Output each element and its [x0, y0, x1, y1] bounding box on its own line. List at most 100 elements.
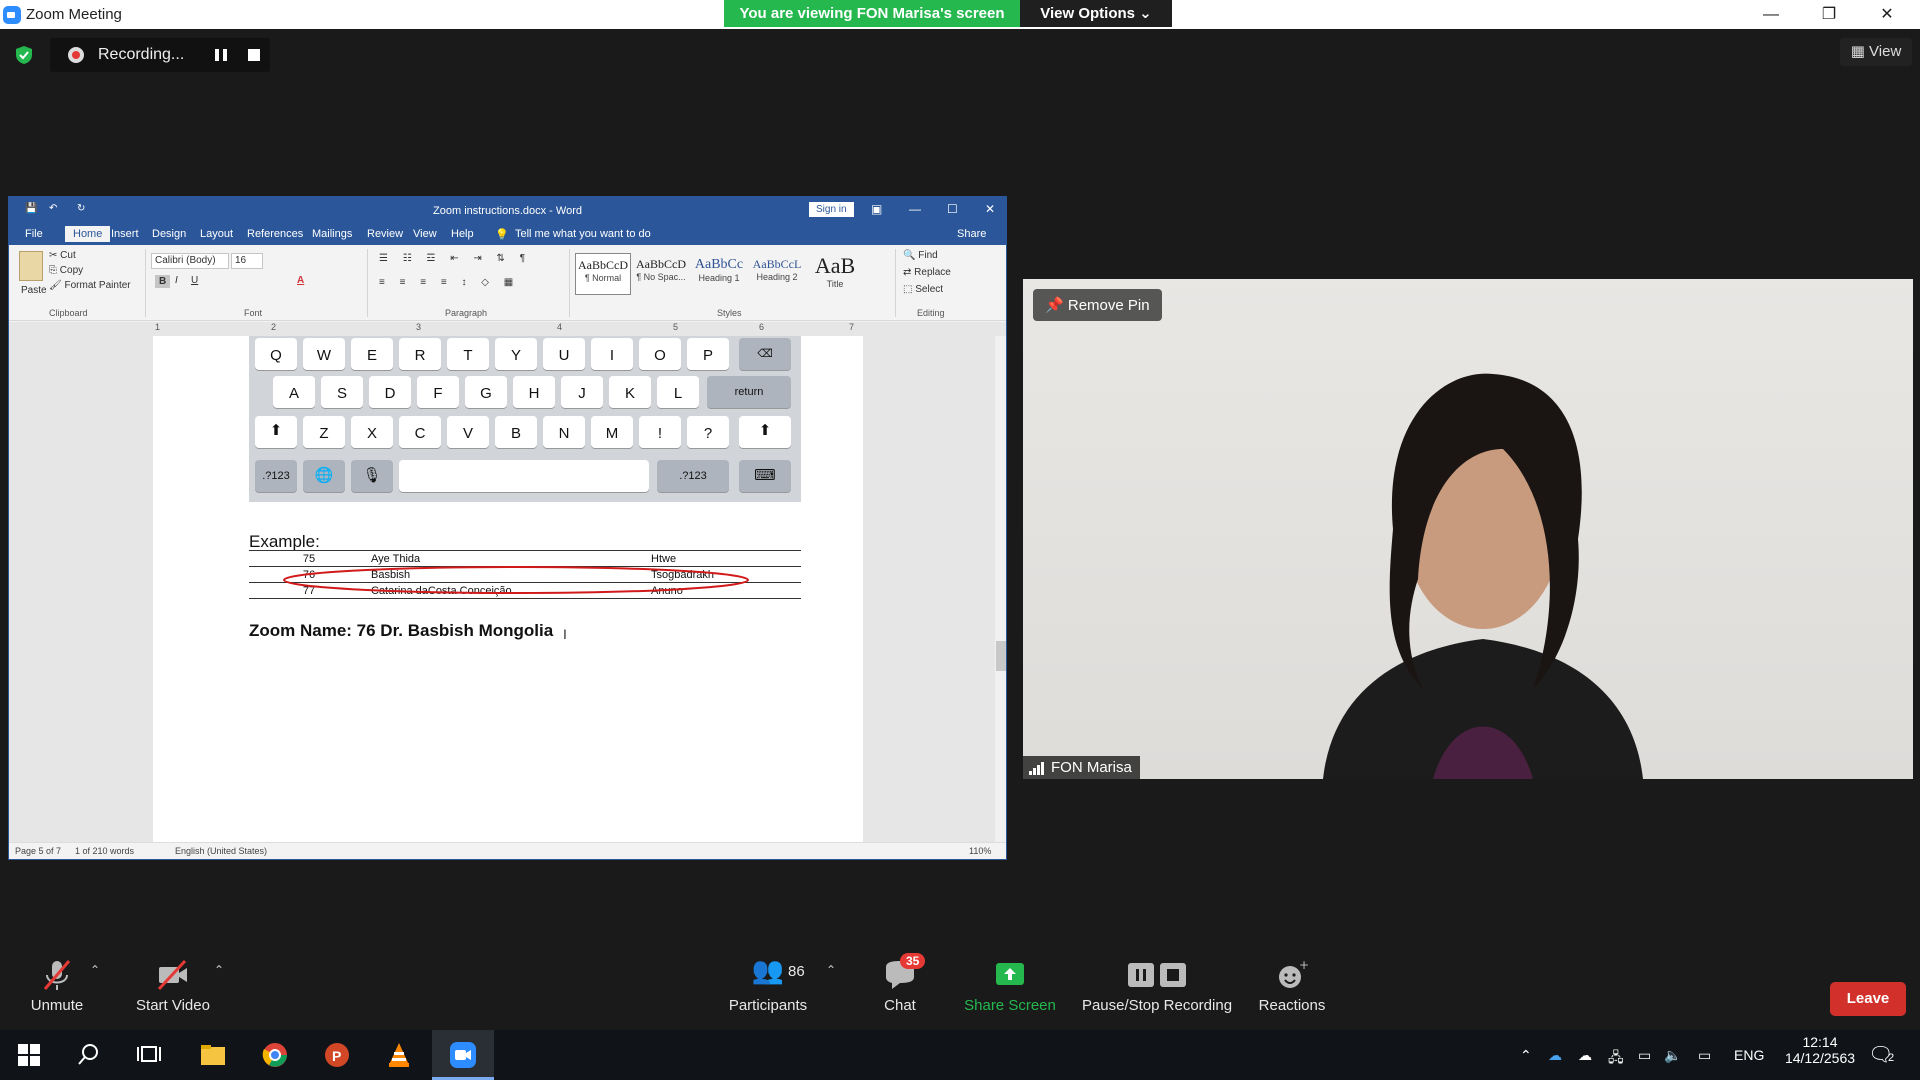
font-color-button[interactable]: A [297, 275, 304, 286]
vertical-scrollbar[interactable] [995, 336, 1006, 842]
language-status[interactable]: English (United States) [175, 846, 267, 856]
underline-button[interactable]: U [191, 275, 198, 286]
task-view-icon[interactable] [134, 1040, 164, 1070]
leave-button[interactable]: Leave [1830, 982, 1906, 1016]
sign-in-button[interactable]: Sign in [809, 202, 854, 217]
select-button[interactable]: ⬚ Select [903, 284, 943, 295]
pause-recording-button[interactable] [215, 49, 227, 61]
remove-pin-button[interactable]: 📌 Remove Pin [1033, 289, 1162, 321]
font-size-select[interactable]: 16 [231, 253, 263, 269]
ruler-mark: 4 [557, 322, 563, 332]
participants-button[interactable]: 👥 86 Participants [722, 955, 814, 1014]
tab-mailings[interactable]: Mailings [312, 228, 352, 240]
horizontal-ruler[interactable]: 1 2 3 4 5 6 7 [9, 322, 1006, 336]
word-count[interactable]: 1 of 210 words [75, 846, 134, 856]
powerpoint-icon[interactable]: P [322, 1040, 352, 1070]
paste-icon[interactable] [19, 251, 43, 281]
restore-button[interactable]: ❐ [1806, 0, 1852, 29]
share-screen-label: Share Screen [964, 997, 1056, 1014]
key: P [687, 338, 729, 370]
tab-home[interactable]: Home [65, 226, 111, 242]
audio-options-chevron-icon[interactable]: ⌃ [90, 963, 100, 977]
style-normal[interactable]: AaBbCcD ¶ Normal [575, 253, 631, 295]
word-minimize-button[interactable]: — [909, 202, 921, 216]
recording-indicator: Recording... [50, 38, 270, 72]
tab-review[interactable]: Review [367, 228, 403, 240]
zoom-taskbar-active[interactable] [432, 1030, 494, 1080]
battery-icon[interactable]: ▭ [1698, 1047, 1711, 1064]
zoom-level[interactable]: 110% [969, 846, 991, 856]
share-screen-button[interactable]: Share Screen [962, 955, 1058, 1014]
list-buttons[interactable]: ☰ ☷ ☲ ⇤ ⇥ ⇅ ¶ [379, 253, 531, 264]
style-heading-2[interactable]: AaBbCcL Heading 2 [749, 253, 805, 295]
tab-insert[interactable]: Insert [111, 228, 139, 240]
microphone-icon: 🎙 [351, 460, 393, 492]
key: M [591, 416, 633, 448]
chat-icon-wrap: 35 [872, 953, 928, 995]
onedrive-icon[interactable]: ☁ [1548, 1047, 1562, 1064]
notifications-button[interactable]: 🗨 2 [1868, 1042, 1898, 1068]
replace-button[interactable]: ⇄ Replace [903, 267, 951, 278]
ribbon-display-icon[interactable]: ▣ [871, 202, 882, 216]
chat-button[interactable]: 35 Chat [872, 953, 928, 1014]
paste-label[interactable]: Paste [21, 285, 47, 296]
video-off-icon [133, 955, 213, 995]
clock[interactable]: 12:14 14/12/2563 [1780, 1034, 1860, 1066]
key: X [351, 416, 393, 448]
volume-icon[interactable]: 🔈 [1664, 1047, 1681, 1064]
tab-help[interactable]: Help [451, 228, 474, 240]
cloud-icon[interactable]: ☁ [1578, 1047, 1592, 1064]
share-button[interactable]: Share [957, 228, 986, 240]
page-count[interactable]: Page 5 of 7 [15, 846, 61, 856]
participants-label: Participants [728, 997, 808, 1014]
participants-options-chevron-icon[interactable]: ⌃ [826, 963, 836, 977]
stop-recording-button[interactable] [248, 49, 260, 61]
windows-start-icon[interactable] [14, 1040, 44, 1070]
font-name-select[interactable]: Calibri (Body) [151, 253, 229, 269]
word-maximize-button[interactable]: ☐ [947, 202, 958, 216]
vlc-icon[interactable] [384, 1040, 414, 1070]
shift-icon: ⬆ [255, 416, 297, 448]
video-options-chevron-icon[interactable]: ⌃ [214, 963, 224, 977]
unmute-button[interactable]: Unmute [22, 955, 92, 1014]
tell-me-search[interactable]: Tell me what you want to do [515, 228, 651, 240]
display-icon[interactable]: ▭ [1638, 1047, 1651, 1064]
network-icon[interactable]: 🖧 [1608, 1047, 1624, 1071]
tab-references[interactable]: References [247, 228, 303, 240]
bold-button[interactable]: B [155, 275, 171, 288]
notification-count: 2 [1888, 1052, 1895, 1064]
chrome-icon[interactable] [260, 1040, 290, 1070]
style-title[interactable]: AaB Title [807, 253, 863, 295]
tab-view[interactable]: View [413, 228, 437, 240]
tab-file[interactable]: File [25, 228, 43, 240]
reactions-button[interactable]: + Reactions [1256, 955, 1328, 1014]
scrollbar-thumb[interactable] [996, 641, 1006, 671]
encryption-shield-icon[interactable] [14, 45, 34, 65]
minimize-button[interactable]: — [1748, 0, 1794, 29]
view-options-button[interactable]: View Options ⌄ [1020, 0, 1172, 27]
word-close-button[interactable]: ✕ [985, 202, 995, 216]
cut-button[interactable]: ✂ Cut [49, 250, 76, 261]
tab-layout[interactable]: Layout [200, 228, 233, 240]
close-button[interactable]: ✕ [1864, 0, 1910, 29]
format-painter-button[interactable]: 🖌 Format Painter [49, 280, 131, 291]
style-heading-1[interactable]: AaBbCc Heading 1 [691, 253, 747, 295]
italic-button[interactable]: I [175, 275, 178, 286]
participant-video[interactable]: 📌 Remove Pin FON Marisa [1023, 279, 1913, 779]
show-hidden-icons-chevron-icon[interactable]: ⌃ [1520, 1047, 1532, 1064]
start-video-button[interactable]: Start Video [133, 955, 213, 1014]
alignment-buttons[interactable]: ≡ ≡ ≡ ≡ ↕ ◇ ▦ [379, 277, 519, 288]
tab-design[interactable]: Design [152, 228, 186, 240]
input-language[interactable]: ENG [1734, 1047, 1764, 1063]
document-page[interactable]: Q W E R T Y U I O P ⌫ A S D F G H J K L [153, 336, 863, 842]
find-button[interactable]: 🔍 Find [903, 250, 938, 261]
view-layout-button[interactable]: ▦ View [1840, 38, 1912, 66]
ruler-mark: 3 [416, 322, 422, 332]
copy-button[interactable]: ⎘ Copy [49, 265, 83, 276]
style-no-spacing[interactable]: AaBbCcD ¶ No Spac... [633, 253, 689, 295]
clipboard-group-label: Clipboard [49, 308, 88, 318]
pause-stop-recording-button[interactable]: Pause/Stop Recording [1080, 955, 1234, 1014]
file-explorer-icon[interactable] [198, 1040, 228, 1070]
search-icon[interactable] [74, 1040, 104, 1070]
start-video-label: Start Video [136, 997, 210, 1014]
